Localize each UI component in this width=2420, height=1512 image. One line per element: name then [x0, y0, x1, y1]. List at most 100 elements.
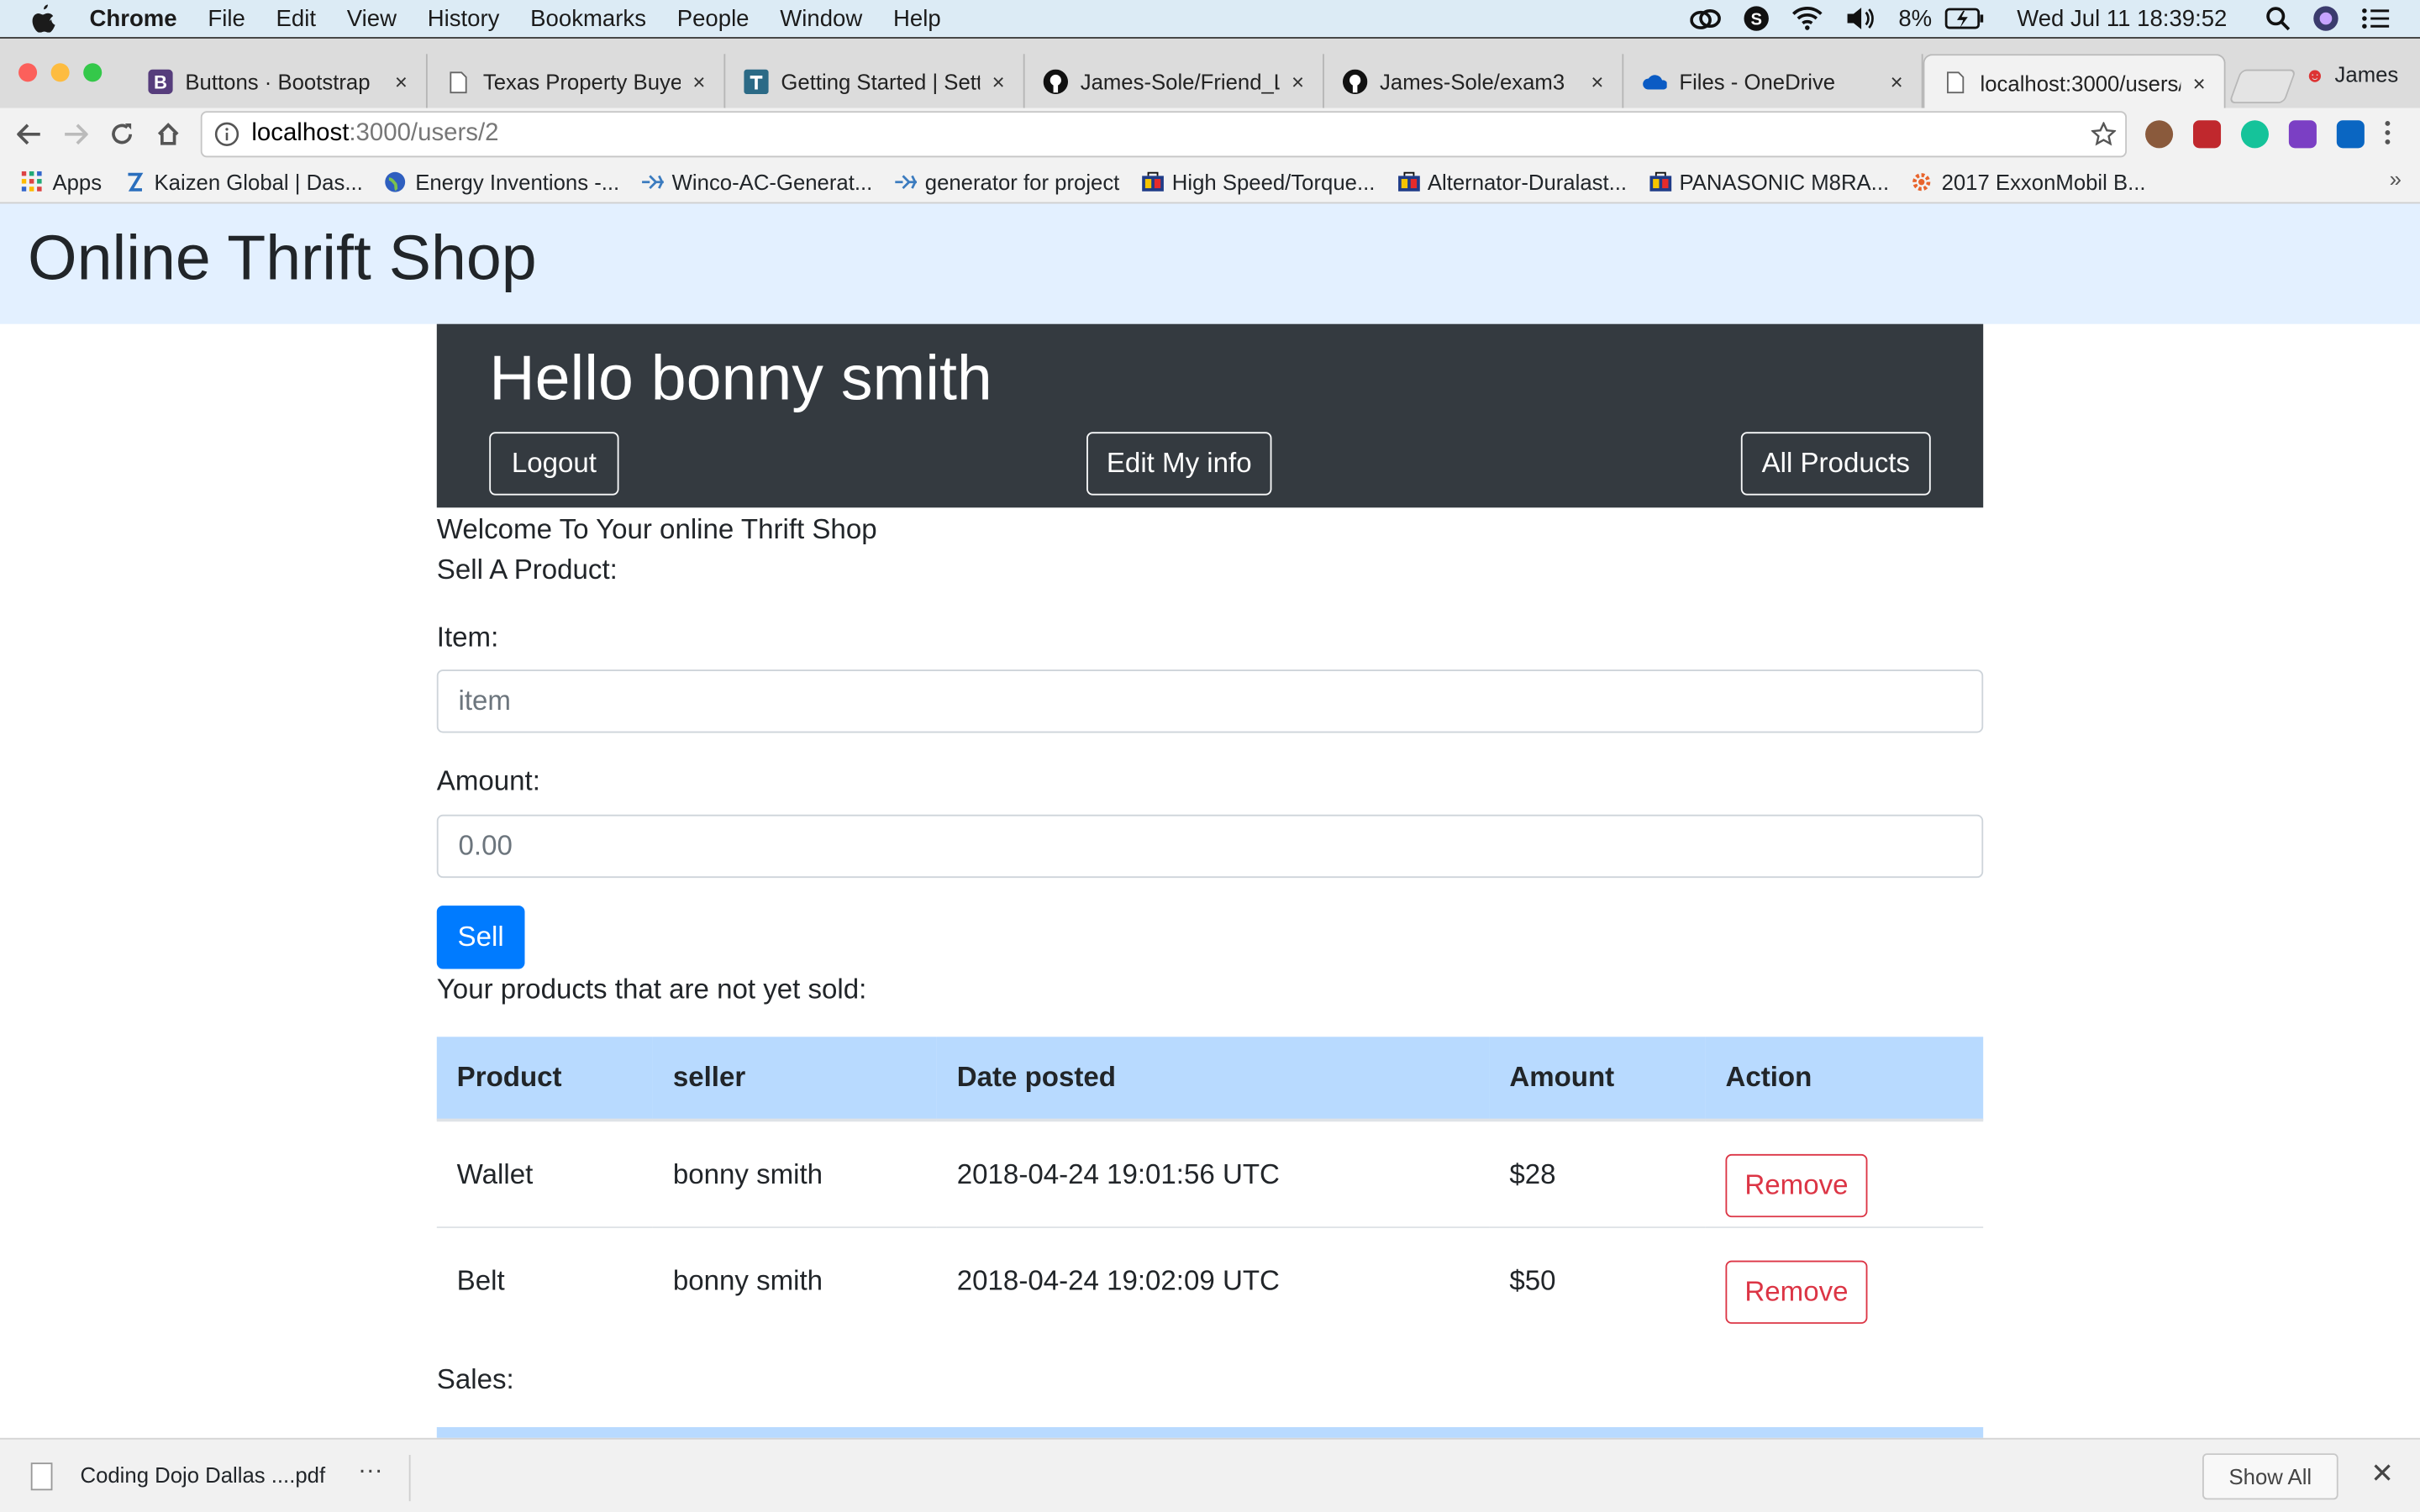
address-bar[interactable]: localhost:3000/users/2: [200, 111, 2128, 158]
close-tab-icon[interactable]: ×: [2193, 71, 2206, 95]
menu-history[interactable]: History: [428, 5, 500, 31]
bookmark-alternator[interactable]: Alternator-Duralast...: [1397, 169, 1628, 194]
creative-cloud-icon[interactable]: [1690, 6, 1722, 30]
siri-icon[interactable]: [2312, 5, 2339, 33]
browser-tab-strip: B Buttons · Bootstrap × Texas Property B…: [0, 37, 2420, 110]
close-tab-icon[interactable]: ×: [1292, 70, 1304, 94]
close-tab-icon[interactable]: ×: [1891, 70, 1903, 94]
bookmarks-overflow-icon[interactable]: »: [2390, 166, 2402, 191]
minimize-window-icon[interactable]: [50, 63, 70, 82]
sell-button[interactable]: Sell: [436, 906, 525, 969]
extension-linkedin-icon[interactable]: [2336, 120, 2365, 149]
menu-chrome[interactable]: Chrome: [90, 5, 177, 31]
apple-icon[interactable]: [31, 4, 65, 33]
chrome-menu-icon[interactable]: [2385, 120, 2394, 148]
site-info-icon[interactable]: [214, 122, 239, 146]
bookmark-energy-inventions[interactable]: Energy Inventions -...: [384, 169, 619, 194]
menu-people[interactable]: People: [677, 5, 750, 31]
extension-honey-icon[interactable]: [2288, 120, 2317, 149]
notification-center-icon[interactable]: [2361, 8, 2390, 29]
close-tab-icon[interactable]: ×: [395, 70, 408, 94]
menubar-clock[interactable]: Wed Jul 11 18:39:52: [2017, 5, 2227, 31]
bookmark-high-speed[interactable]: High Speed/Torque...: [1141, 169, 1375, 194]
edit-info-button[interactable]: Edit My info: [1086, 432, 1272, 496]
menu-file[interactable]: File: [208, 5, 245, 31]
item-input[interactable]: [436, 669, 1984, 733]
unsold-products-table: Product seller Date posted Amount Action…: [436, 1037, 1984, 1333]
bookmark-label: Alternator-Duralast...: [1427, 169, 1628, 194]
tab-onedrive[interactable]: Files - OneDrive ×: [1623, 54, 1923, 110]
extension-lastpass-icon[interactable]: [2192, 120, 2222, 149]
close-tab-icon[interactable]: ×: [1591, 70, 1603, 94]
tab-title: James-Sole/Friend_List: [1080, 69, 1280, 95]
download-file-name[interactable]: Coding Dojo Dallas ....pdf: [81, 1462, 326, 1487]
remove-button[interactable]: Remove: [1725, 1152, 1868, 1217]
column-header: Amount: [1489, 1037, 1706, 1122]
extension-avatar-icon[interactable]: [2145, 120, 2174, 149]
sales-table-header: [436, 1426, 1984, 1438]
volume-icon[interactable]: [1844, 6, 1876, 30]
home-icon[interactable]: [151, 118, 185, 151]
wifi-icon[interactable]: [1792, 6, 1823, 30]
reload-icon[interactable]: [105, 118, 139, 151]
logout-button[interactable]: Logout: [489, 432, 619, 496]
menu-help[interactable]: Help: [893, 5, 941, 31]
show-all-downloads-button[interactable]: Show All: [2202, 1453, 2338, 1500]
seller-cell: bonny smith: [652, 1226, 937, 1333]
amount-input[interactable]: [436, 814, 1984, 879]
close-window-icon[interactable]: [18, 63, 38, 82]
profile-button[interactable]: ☻ James: [2304, 61, 2398, 86]
close-tab-icon[interactable]: ×: [992, 70, 1005, 94]
bookmark-exxonmobil[interactable]: 2017 ExxonMobil B...: [1911, 169, 2146, 194]
table-header-row: Product seller Date posted Amount Action: [436, 1037, 1984, 1122]
menu-window[interactable]: Window: [780, 5, 862, 31]
site-title: Online Thrift Shop: [28, 222, 537, 293]
back-arrow-icon[interactable]: [13, 118, 46, 151]
battery-icon[interactable]: [1944, 8, 1985, 29]
new-tab-button[interactable]: [2228, 69, 2297, 104]
spotlight-search-icon[interactable]: [2265, 6, 2291, 31]
zoom-window-icon[interactable]: [83, 63, 103, 82]
bookmark-kaizen[interactable]: Kaizen Global | Das...: [124, 169, 363, 194]
url-path: :3000/users/2: [349, 120, 499, 147]
welcome-text: Welcome To Your online Thrift Shop: [436, 513, 877, 545]
bookmark-apps[interactable]: Apps: [21, 169, 103, 194]
menu-view[interactable]: View: [347, 5, 397, 31]
svg-text:S: S: [1751, 10, 1762, 29]
github-icon: [1043, 69, 1069, 95]
onedrive-icon: [1642, 70, 1667, 94]
tab-bootstrap-buttons[interactable]: B Buttons · Bootstrap ×: [129, 54, 428, 110]
close-shelf-icon[interactable]: ✕: [2370, 1458, 2394, 1491]
bookmark-star-icon[interactable]: [2090, 121, 2118, 155]
bookmark-panasonic[interactable]: PANASONIC M8RA...: [1649, 169, 1889, 194]
tab-title: Files - OneDrive: [1679, 69, 1836, 95]
date-cell: 2018-04-24 19:01:56 UTC: [956, 1158, 1280, 1189]
page-icon: [1943, 71, 1967, 95]
bookmark-label: Apps: [52, 169, 103, 194]
tab-getting-started[interactable]: Getting Started | Settings ×: [725, 54, 1025, 110]
download-shelf: Coding Dojo Dallas ....pdf ··· Show All …: [0, 1437, 2420, 1512]
tab-friend-list[interactable]: James-Sole/Friend_List ×: [1025, 54, 1324, 110]
pdf-file-icon: [30, 1462, 53, 1491]
globe-icon: [384, 171, 406, 192]
tab-exam3[interactable]: James-Sole/exam3 ×: [1324, 54, 1624, 110]
extension-grammarly-icon[interactable]: [2240, 120, 2269, 149]
download-options-icon[interactable]: ···: [358, 1458, 382, 1486]
bookmark-generator-project[interactable]: generator for project: [894, 169, 1119, 194]
site-header: Online Thrift Shop: [0, 203, 2420, 324]
profile-icon: ☻: [2304, 62, 2326, 86]
battery-percent: 8%: [1898, 5, 1933, 32]
skype-icon[interactable]: S: [1743, 5, 1770, 33]
all-products-button[interactable]: All Products: [1740, 432, 1931, 496]
browser-toolbar: localhost:3000/users/2: [0, 108, 2420, 161]
tab-title: localhost:3000/users/2: [1980, 70, 2181, 95]
tab-texas-property[interactable]: Texas Property Buyers ×: [428, 54, 726, 110]
forward-arrow-icon[interactable]: [59, 118, 92, 151]
close-tab-icon[interactable]: ×: [692, 70, 705, 94]
seller-cell: bonny smith: [672, 1158, 823, 1189]
menu-bookmarks[interactable]: Bookmarks: [530, 5, 646, 31]
remove-button[interactable]: Remove: [1725, 1259, 1868, 1323]
tab-localhost-active[interactable]: localhost:3000/users/2 ×: [1923, 54, 2226, 110]
menu-edit[interactable]: Edit: [276, 5, 316, 31]
bookmark-winco[interactable]: Winco-AC-Generat...: [641, 169, 872, 194]
